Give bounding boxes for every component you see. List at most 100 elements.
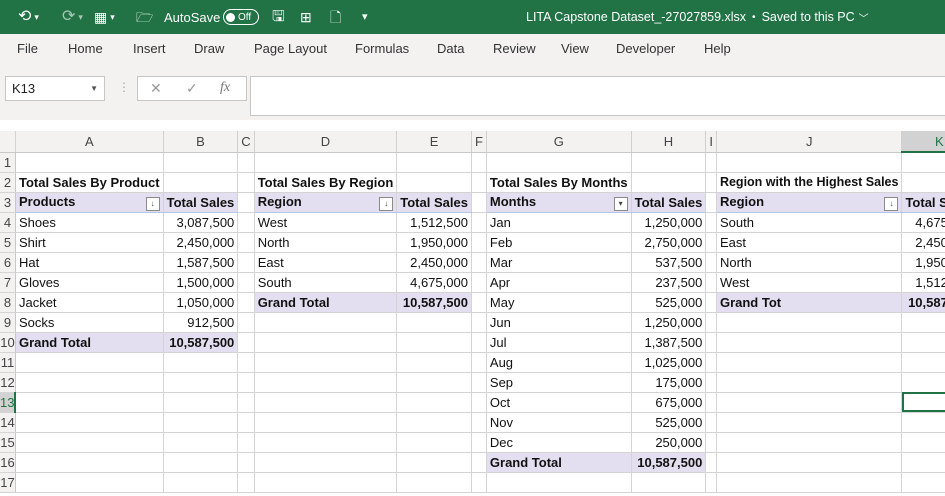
cell-h6[interactable]: 537,500 (631, 252, 707, 273)
insert-function-icon[interactable]: fx (220, 80, 230, 96)
tab-page-layout[interactable]: Page Layout (254, 34, 327, 66)
cell-a5[interactable]: Shirt (15, 232, 164, 253)
cell-b4[interactable]: 3,087,500 (163, 212, 239, 233)
tab-developer[interactable]: Developer (616, 34, 675, 66)
tab-insert[interactable]: Insert (133, 34, 166, 66)
undo-icon[interactable]: ⟲ (18, 0, 31, 34)
cell-a3[interactable]: ↓ Products (15, 192, 164, 213)
cell-c10[interactable] (237, 332, 255, 353)
cell-j15[interactable] (716, 432, 903, 453)
cell-j3[interactable]: ↓ Region (716, 192, 903, 213)
cell-f13[interactable] (471, 392, 487, 413)
cell-k17[interactable] (901, 472, 945, 493)
cell-g14[interactable]: Nov (486, 412, 632, 433)
cell-c3[interactable] (237, 192, 255, 213)
cell-b16[interactable] (163, 452, 239, 473)
autosave-toggle[interactable]: Off (223, 9, 259, 25)
column-header-d[interactable]: D (254, 131, 398, 153)
cell-k13[interactable] (901, 392, 945, 413)
cell-f7[interactable] (471, 272, 487, 293)
cell-c11[interactable] (237, 352, 255, 373)
cell-c13[interactable] (237, 392, 255, 413)
cell-e15[interactable] (396, 432, 472, 453)
cell-j9[interactable] (716, 312, 903, 333)
cell-i4[interactable] (705, 212, 717, 233)
column-header-k[interactable]: K (901, 131, 945, 153)
tab-data[interactable]: Data (437, 34, 464, 66)
cell-g6[interactable]: Mar (486, 252, 632, 273)
new-document-icon[interactable]: 🗋 (330, 0, 341, 34)
cell-i9[interactable] (705, 312, 717, 333)
cell-k8[interactable]: 10,587,500 (901, 291, 945, 313)
cell-c14[interactable] (237, 412, 255, 433)
cell-h10[interactable]: 1,387,500 (631, 332, 707, 353)
formula-input[interactable] (250, 76, 945, 116)
cell-i16[interactable] (705, 452, 717, 473)
cell-k6[interactable]: 1,950,000 (901, 252, 945, 273)
cell-j13[interactable] (716, 392, 903, 413)
cell-j5[interactable]: East (716, 232, 903, 253)
cell-f17[interactable] (471, 472, 487, 493)
save-icon[interactable]: 🖫 (272, 0, 285, 34)
tab-help[interactable]: Help (704, 34, 731, 66)
tab-formulas[interactable]: Formulas (355, 34, 409, 66)
cell-d14[interactable] (254, 412, 398, 433)
cell-j2[interactable]: Region with the Highest Sales (716, 172, 903, 193)
name-box-dropdown-icon[interactable]: ▼ (90, 77, 98, 100)
cell-g7[interactable]: Apr (486, 272, 632, 293)
cell-d10[interactable] (254, 332, 398, 353)
cell-i12[interactable] (705, 372, 717, 393)
column-header-h[interactable]: H (631, 131, 707, 153)
cell-i15[interactable] (705, 432, 717, 453)
chevron-down-icon[interactable]: ﹀ (859, 10, 869, 25)
row-header-3[interactable]: 3 (0, 192, 16, 213)
cell-j8[interactable]: Grand Tot (716, 291, 903, 313)
cell-c8[interactable] (237, 292, 255, 313)
cell-h17[interactable] (631, 472, 707, 493)
cell-c17[interactable] (237, 472, 255, 493)
row-header-8[interactable]: 8 (0, 292, 16, 313)
row-header-7[interactable]: 7 (0, 272, 16, 293)
cell-a4[interactable]: Shoes (15, 212, 164, 233)
cell-b2[interactable] (163, 172, 239, 193)
cell-f3[interactable] (471, 192, 487, 213)
cell-j17[interactable] (716, 472, 903, 493)
cell-k15[interactable] (901, 432, 945, 453)
cell-g2[interactable]: Total Sales By Months (486, 172, 632, 193)
cell-b7[interactable]: 1,500,000 (163, 272, 239, 293)
cell-f9[interactable] (471, 312, 487, 333)
cell-b11[interactable] (163, 352, 239, 373)
cell-d12[interactable] (254, 372, 398, 393)
redo-icon[interactable]: ⟳ (62, 0, 75, 34)
cell-h12[interactable]: 175,000 (631, 372, 707, 393)
cell-k7[interactable]: 1,512,500 (901, 272, 945, 293)
cell-h9[interactable]: 1,250,000 (631, 312, 707, 333)
cell-g15[interactable]: Dec (486, 432, 632, 453)
cell-a7[interactable]: Gloves (15, 272, 164, 293)
cell-a14[interactable] (15, 412, 164, 433)
cell-h4[interactable]: 1,250,000 (631, 212, 707, 233)
cell-j6[interactable]: North (716, 252, 903, 273)
enter-icon[interactable]: ✓ (186, 80, 198, 97)
cell-e5[interactable]: 1,950,000 (396, 232, 472, 253)
cell-f10[interactable] (471, 332, 487, 353)
cell-k16[interactable] (901, 452, 945, 473)
cell-b1[interactable] (163, 152, 239, 173)
sort-asc-filter-icon[interactable]: ↓ (884, 196, 899, 211)
cell-b8[interactable]: 1,050,000 (163, 292, 239, 313)
cell-k11[interactable] (901, 352, 945, 373)
cell-a13[interactable] (15, 392, 164, 413)
cell-k3[interactable]: Total Sales (901, 192, 945, 213)
cell-g3[interactable]: ▾ Months (486, 192, 632, 213)
cell-h16[interactable]: 10,587,500 (631, 451, 707, 473)
customize-qat-icon[interactable]: ▾ (362, 0, 368, 34)
sort-desc-filter-icon[interactable]: ↓ (145, 196, 160, 211)
cell-c12[interactable] (237, 372, 255, 393)
cell-e6[interactable]: 2,450,000 (396, 252, 472, 273)
cell-e16[interactable] (396, 452, 472, 473)
cell-b3[interactable]: Total Sales (163, 192, 239, 213)
cell-j10[interactable] (716, 332, 903, 353)
column-header-g[interactable]: G (486, 131, 632, 153)
row-header-15[interactable]: 15 (0, 432, 16, 453)
cell-i1[interactable] (705, 152, 717, 173)
